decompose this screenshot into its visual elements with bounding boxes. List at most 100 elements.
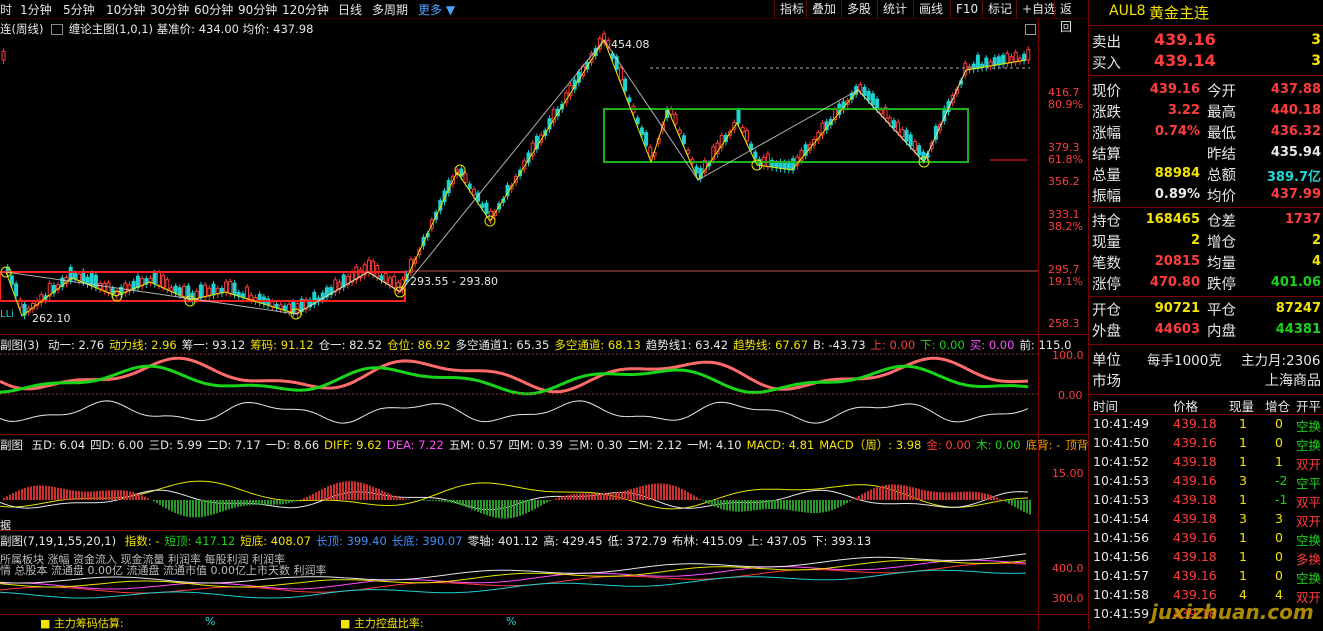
candle	[225, 282, 228, 292]
quote-label: 结算	[1092, 143, 1121, 164]
candle	[888, 118, 891, 123]
candle	[468, 184, 471, 189]
tick-row[interactable]: 10:41:52439.1811双开	[1089, 454, 1323, 473]
candle	[918, 146, 921, 155]
candle	[1014, 52, 1017, 62]
tick-type: 空换	[1296, 568, 1321, 587]
quote-label: 涨停	[1092, 273, 1121, 294]
candle	[246, 287, 249, 298]
axis-label: 258.3	[1048, 317, 1080, 330]
indicator-value: DEA: 7.22	[387, 438, 444, 452]
quote-value: 1737	[1285, 212, 1321, 227]
candle	[199, 285, 202, 298]
quote-value: 436.32	[1271, 124, 1321, 139]
candle	[674, 114, 677, 124]
tick-oi: 1	[1275, 454, 1283, 469]
quote-row: 总量88984总额389.7亿	[1089, 164, 1323, 185]
sub3-axis-300: 300.0	[1052, 592, 1084, 605]
candle	[384, 274, 387, 283]
indicator-value: DIFF: 9.62	[324, 438, 382, 452]
indicator-value: 四M: 0.39	[508, 438, 563, 452]
quote-label: 均量	[1207, 252, 1236, 273]
quote-label: 现价	[1092, 80, 1121, 101]
candle	[619, 68, 622, 80]
candle	[901, 130, 904, 137]
indicator-value: 二M: 2.12	[628, 438, 683, 452]
quote-value: 440.18	[1271, 103, 1321, 118]
tick-row[interactable]: 10:41:56439.1610空换	[1089, 530, 1323, 549]
candle	[162, 276, 165, 288]
tick-price: 439.16	[1173, 473, 1217, 488]
indicator-value: 五M: 0.57	[449, 438, 504, 452]
candle	[481, 204, 484, 207]
candle	[892, 121, 895, 128]
candle	[275, 304, 278, 307]
tick-type: 空换	[1296, 530, 1321, 549]
tick-row[interactable]: 10:41:50439.1610空换	[1089, 435, 1323, 454]
quote-label: 开仓	[1092, 299, 1121, 320]
quote-row: 涨幅0.74%最低436.32	[1089, 122, 1323, 143]
sub3-values: 指数: -短顶: 417.12短底: 408.07长顶: 399.40长底: 3…	[120, 534, 872, 548]
quote-label: 总量	[1092, 164, 1121, 185]
quote-label: 涨幅	[1092, 122, 1121, 143]
tick-row[interactable]: 10:41:56439.1810多换	[1089, 549, 1323, 568]
candle	[628, 98, 631, 102]
quote-row: 涨跌3.22最高440.18	[1089, 101, 1323, 122]
tick-row[interactable]: 10:41:57439.1610空换	[1089, 568, 1323, 587]
sub2-corner: 据	[0, 517, 11, 533]
quote-label: 增仓	[1207, 231, 1236, 252]
sell-row[interactable]: 卖出 439.16 3	[1089, 31, 1323, 52]
tick-row[interactable]: 10:41:53439.163-2空平	[1089, 473, 1323, 492]
sub1-values: 动一: 2.76动力线: 2.96筹一: 93.12筹码: 91.12仓一: 8…	[43, 338, 1071, 352]
candle	[183, 286, 186, 296]
indicator-value: 长底: 390.07	[392, 534, 463, 548]
buy-row[interactable]: 买入 439.14 3	[1089, 52, 1323, 73]
quote-row: 外盘44603内盘44381	[1089, 320, 1323, 341]
quote-value: 88984	[1155, 166, 1200, 181]
sub3-title: 副图(7,19,1,55,20,1) 指数: -短顶: 417.12短底: 40…	[0, 533, 871, 549]
tick-price: 439.18	[1173, 416, 1217, 431]
tick-vol: 1	[1239, 416, 1247, 431]
tick-row[interactable]: 10:41:49439.1810空换	[1089, 416, 1323, 435]
tick-type: 空换	[1296, 416, 1321, 435]
chip-estimate-value: %	[205, 615, 215, 628]
axis-label: 80.9%	[1048, 98, 1083, 111]
range-annotation: 293.55 - 293.80	[410, 275, 498, 288]
candle	[174, 286, 177, 293]
quote-panel: AUL8 黄金主连 卖出 439.16 3 买入 439.14 3 现价439.…	[1088, 0, 1323, 630]
candle	[103, 284, 106, 291]
candle	[624, 79, 627, 91]
candle	[208, 288, 211, 296]
candle	[380, 276, 383, 280]
candle	[783, 162, 786, 168]
quote-value: 44603	[1155, 322, 1200, 337]
indicator-value: 零轴: 401.12	[468, 534, 539, 548]
quote-label: 今开	[1207, 80, 1236, 101]
tick-type: 双开	[1296, 454, 1321, 473]
control-ratio-label: ■ 主力控盘比率:	[340, 615, 424, 631]
tick-row[interactable]: 10:41:54439.1833双开	[1089, 511, 1323, 530]
candle	[913, 142, 916, 151]
candle	[288, 304, 291, 311]
candle	[640, 128, 643, 135]
candle	[737, 111, 740, 123]
indicator-value: MACD: 4.81	[747, 438, 815, 452]
tick-time: 10:41:57	[1093, 568, 1149, 583]
chip-footer: ■ 主力筹码估算: % ■ 主力控盘比率: %	[0, 615, 1038, 630]
sub2-lines	[0, 481, 1031, 519]
candle	[283, 306, 286, 310]
chip-estimate-label: ■ 主力筹码估算:	[40, 615, 124, 631]
candles-layer	[2, 31, 1030, 319]
quote-value: 90721	[1155, 301, 1200, 316]
sub1-name: 副图(3)	[0, 338, 39, 352]
candle	[1027, 49, 1030, 60]
candle	[649, 147, 652, 156]
indicator-value: 一M: 4.10	[687, 438, 742, 452]
tick-price: 439.18	[1173, 454, 1217, 469]
tick-col-vol: 现量	[1229, 396, 1254, 415]
corner-label: LLi	[0, 309, 14, 320]
sub3-overlay-text-2: 情 总股本 流通盘 0.00亿 流通盘 流通市值 0.00亿上市天数 利润率	[0, 562, 326, 578]
indicator-value: 趋势线: 67.67	[733, 338, 808, 352]
tick-row[interactable]: 10:41:53439.181-1双平	[1089, 492, 1323, 511]
indicator-value: 指数: -	[125, 534, 160, 548]
